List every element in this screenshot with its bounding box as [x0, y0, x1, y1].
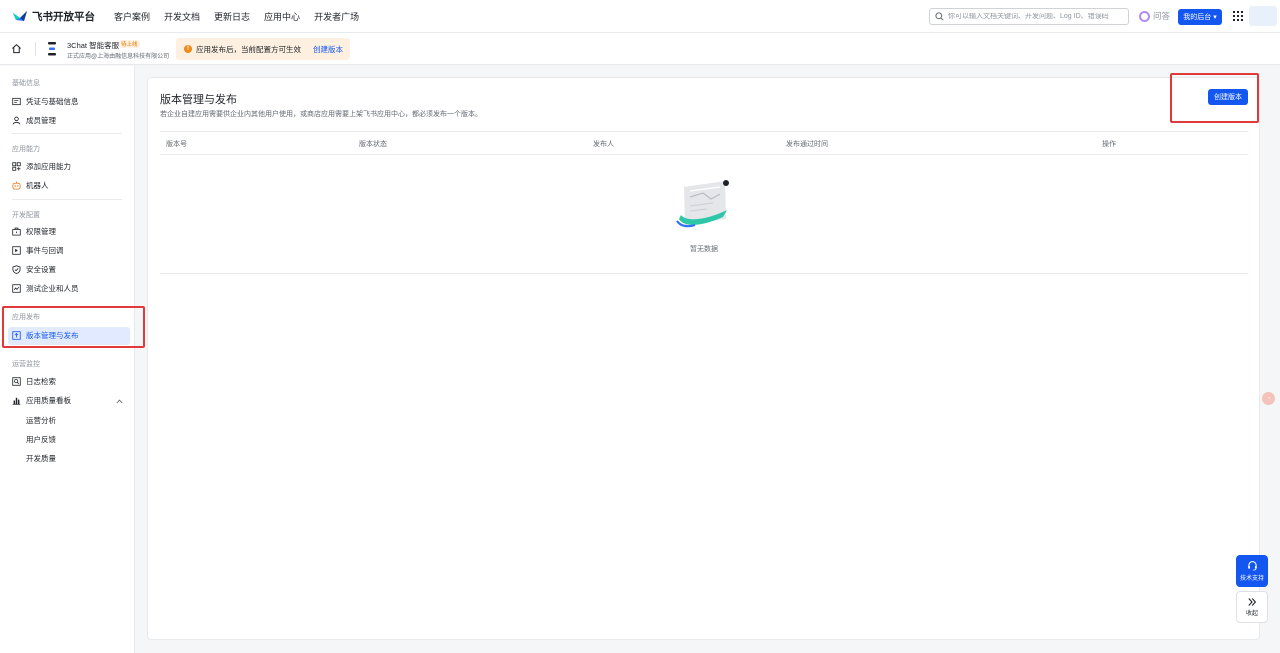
- notice-create-version-link[interactable]: 创建版本: [313, 44, 343, 55]
- sidebar-item-events[interactable]: 事件与回调: [12, 243, 64, 258]
- briefcase-icon: [12, 227, 21, 236]
- status-badge: 待上线: [119, 40, 140, 48]
- empty-state-illustration: [676, 180, 729, 228]
- sidebar-item-label: 机器人: [26, 181, 49, 190]
- sidebar-section-basic: 基础信息: [12, 80, 40, 87]
- sidebar-item-label: 事件与回调: [26, 246, 64, 255]
- sidebar-subitem-dev-quality[interactable]: 开发质量: [26, 453, 56, 464]
- sidebar-item-label: 测试企业和人员: [26, 284, 79, 293]
- top-navigation-bar: 飞书开放平台 客户案例 开发文档 更新日志 应用中心 开发者广场 问答 我的后台…: [0, 0, 1280, 33]
- app-owner: 正式应用@上海由融信息科技有限公司: [67, 54, 170, 60]
- brand-logo[interactable]: 飞书开放平台: [12, 9, 95, 24]
- sidebar-section-ops: 运营监控: [12, 361, 40, 368]
- user-avatar[interactable]: [1249, 6, 1277, 26]
- nav-item-cases[interactable]: 客户案例: [114, 10, 150, 23]
- sidebar-item-label: 安全设置: [26, 265, 56, 274]
- app-logo-icon: [48, 42, 56, 56]
- headset-icon: [1247, 561, 1257, 571]
- search-box[interactable]: [929, 8, 1129, 25]
- sidebar-item-log-search[interactable]: 日志检索: [12, 374, 56, 389]
- sidebar-item-label: 添加应用能力: [26, 162, 71, 171]
- nav-item-app-center[interactable]: 应用中心: [264, 10, 300, 23]
- shield-icon: [12, 265, 21, 274]
- collapse-label: 收起: [1245, 611, 1258, 617]
- column-header-version: 版本号: [166, 141, 187, 148]
- column-header-status: 版本状态: [359, 141, 387, 148]
- annotation-highlight-box: [2, 306, 145, 348]
- sidebar-item-test-users[interactable]: 测试企业和人员: [12, 281, 79, 296]
- nav-item-docs[interactable]: 开发文档: [164, 10, 200, 23]
- divider: [35, 42, 36, 56]
- apps-grid-icon[interactable]: [1233, 11, 1243, 21]
- search-input[interactable]: [948, 13, 1128, 20]
- log-icon: [12, 377, 21, 386]
- test-icon: [12, 284, 21, 293]
- collapse-button[interactable]: 收起: [1236, 591, 1268, 623]
- grid-plus-icon: [12, 162, 21, 171]
- feishu-logo-icon: [13, 11, 27, 21]
- annotation-highlight-box: [1170, 73, 1259, 123]
- brand-name: 飞书开放平台: [32, 10, 95, 23]
- nav-item-changelog[interactable]: 更新日志: [214, 10, 250, 23]
- sidebar-item-label: 权限管理: [26, 227, 56, 236]
- divider: [12, 199, 122, 200]
- sidebar-item-label: 日志检索: [26, 377, 56, 386]
- home-icon[interactable]: [11, 43, 22, 54]
- user-icon: [12, 116, 21, 125]
- column-header-publisher: 发布人: [593, 141, 614, 148]
- chevron-up-icon[interactable]: [116, 399, 123, 404]
- sidebar-item-label: 成员管理: [26, 116, 56, 125]
- top-nav: 客户案例 开发文档 更新日志 应用中心 开发者广场: [114, 10, 373, 23]
- empty-state-text: 暂无数据: [690, 246, 718, 253]
- sidebar-subitem-ops-analysis[interactable]: 运营分析: [26, 415, 56, 426]
- id-card-icon: [12, 97, 21, 106]
- page-title: 版本管理与发布: [160, 94, 237, 106]
- sidebar-section-dev: 开发配置: [12, 212, 40, 219]
- app-name: 3Chat 智能客服: [67, 41, 120, 50]
- sidebar-item-members[interactable]: 成员管理: [12, 113, 56, 128]
- column-header-actions: 操作: [1102, 141, 1116, 148]
- column-header-approved-time: 发布通过时间: [786, 141, 828, 148]
- notice-text: 应用发布后，当前配置方可生效: [196, 44, 301, 54]
- version-management-card: 版本管理与发布 若企业自建应用需要供企业内其他用户使用，或商店应用需要上架飞书应…: [147, 73, 1260, 640]
- app-header: 3Chat 智能客服 待上线 正式应用@上海由融信息科技有限公司 ! 应用发布后…: [0, 33, 1280, 65]
- sidebar-item-label: 应用质量看板: [26, 396, 71, 405]
- qa-link[interactable]: 问答: [1139, 10, 1170, 22]
- sidebar-item-bot[interactable]: 机器人: [12, 178, 49, 193]
- qa-label: 问答: [1153, 11, 1171, 21]
- sidebar-item-add-ability[interactable]: 添加应用能力: [12, 159, 71, 174]
- assistant-float-icon[interactable]: ◔: [1262, 392, 1275, 405]
- sidebar-item-security[interactable]: 安全设置: [12, 262, 56, 277]
- sidebar-item-label: 凭证与基础信息: [26, 97, 79, 106]
- table-bottom-border: [160, 273, 1248, 274]
- search-icon: [935, 12, 944, 21]
- divider: [12, 133, 122, 134]
- sidebar-section-ability: 应用能力: [12, 146, 40, 153]
- page-description: 若企业自建应用需要供企业内其他用户使用，或商店应用需要上架飞书应用中心，都必须发…: [160, 111, 482, 118]
- nav-item-developer-plaza[interactable]: 开发者广场: [314, 10, 359, 23]
- sidebar-item-quality-board[interactable]: 应用质量看板: [12, 393, 71, 408]
- sidebar-subitem-user-feedback[interactable]: 用户反馈: [26, 434, 56, 445]
- sidebar-item-permissions[interactable]: 权限管理: [12, 224, 56, 239]
- sidebar: 基础信息 凭证与基础信息 成员管理 应用能力 添加应用能力 机器人 开发配置 权…: [0, 66, 145, 653]
- my-backend-button[interactable]: 我的后台 ▾: [1178, 9, 1222, 25]
- table-header: 版本号 版本状态 发布人 发布通过时间 操作: [160, 131, 1248, 155]
- publish-notice: ! 应用发布后，当前配置方可生效 创建版本: [176, 38, 350, 60]
- tech-support-label: 技术支持: [1239, 576, 1264, 582]
- tech-support-button[interactable]: 技术支持: [1236, 555, 1268, 587]
- sidebar-item-credentials[interactable]: 凭证与基础信息: [12, 94, 79, 109]
- bar-chart-icon: [12, 397, 21, 405]
- robot-icon: [12, 181, 21, 190]
- qa-icon: [1139, 10, 1150, 22]
- double-chevron-right-icon: [1248, 598, 1257, 606]
- event-icon: [12, 246, 21, 255]
- warning-icon: !: [184, 45, 192, 53]
